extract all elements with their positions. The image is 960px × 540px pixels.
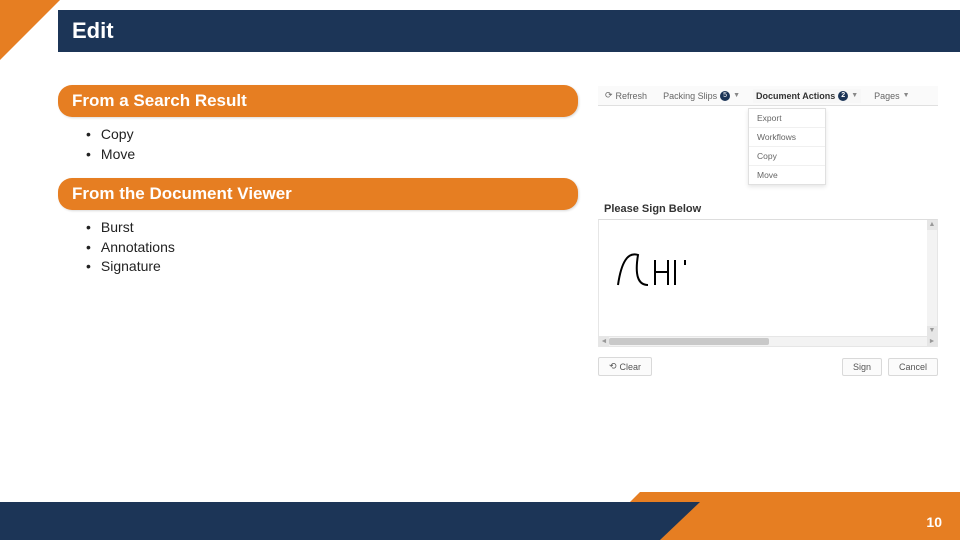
scroll-down-icon[interactable]: ▼ <box>927 326 937 336</box>
document-actions-count: 2 <box>838 91 848 101</box>
footer-accent <box>660 502 960 540</box>
clear-button[interactable]: ⟲ Clear <box>598 357 652 376</box>
clear-label: Clear <box>620 362 642 372</box>
vertical-scrollbar[interactable]: ▲ ▼ <box>927 220 937 336</box>
scroll-thumb[interactable] <box>609 338 769 345</box>
document-actions-menu[interactable]: Document Actions 2 ▼ <box>753 89 861 103</box>
sign-label: Sign <box>853 362 871 372</box>
scroll-track <box>769 337 927 346</box>
sign-button[interactable]: Sign <box>842 358 882 376</box>
footer-accent-top <box>630 492 960 502</box>
section-heading-document-viewer: From the Document Viewer <box>58 178 578 210</box>
dropdown-item-export[interactable]: Export <box>749 109 825 127</box>
packing-slips-label: Packing Slips <box>663 91 717 101</box>
scroll-left-icon[interactable]: ◄ <box>599 337 609 346</box>
chevron-down-icon: ▼ <box>851 92 858 99</box>
sign-prompt: Please Sign Below <box>598 199 938 219</box>
page-title: Edit <box>72 18 114 44</box>
page-number: 10 <box>926 514 942 530</box>
toolbar: ⟳ Refresh Packing Slips 5 ▼ Document Act… <box>598 86 938 106</box>
list-item: Signature <box>86 257 578 277</box>
chevron-down-icon: ▼ <box>903 92 910 99</box>
refresh-label: Refresh <box>616 91 648 101</box>
scroll-right-icon[interactable]: ► <box>927 337 937 346</box>
bullet-list-search-result: Copy Move <box>58 125 578 164</box>
clear-icon: ⟲ <box>609 361 617 372</box>
cancel-label: Cancel <box>899 362 927 372</box>
list-item: Copy <box>86 125 578 145</box>
dropdown-item-move[interactable]: Move <box>749 165 825 184</box>
list-item: Burst <box>86 218 578 238</box>
signature-dialog-buttons: ⟲ Clear Sign Cancel <box>598 357 938 376</box>
pages-label: Pages <box>874 91 900 101</box>
signature-canvas[interactable]: ▲ ▼ <box>598 219 938 337</box>
content-left: From a Search Result Copy Move From the … <box>58 85 578 291</box>
document-actions-dropdown: Export Workflows Copy Move <box>748 108 826 185</box>
section-heading-search-result: From a Search Result <box>58 85 578 117</box>
refresh-button[interactable]: ⟳ Refresh <box>602 88 650 103</box>
document-actions-label: Document Actions <box>756 91 835 101</box>
list-item: Move <box>86 145 578 165</box>
pages-menu[interactable]: Pages ▼ <box>871 89 912 103</box>
embedded-screenshot: ⟳ Refresh Packing Slips 5 ▼ Document Act… <box>598 86 938 376</box>
cancel-button[interactable]: Cancel <box>888 358 938 376</box>
signature-stroke <box>613 240 733 300</box>
packing-slips-menu[interactable]: Packing Slips 5 ▼ <box>660 89 743 103</box>
dropdown-item-copy[interactable]: Copy <box>749 146 825 165</box>
chevron-down-icon: ▼ <box>733 92 740 99</box>
bullet-list-document-viewer: Burst Annotations Signature <box>58 218 578 277</box>
scroll-up-icon[interactable]: ▲ <box>927 220 937 230</box>
list-item: Annotations <box>86 238 578 258</box>
top-accent-triangle <box>0 0 60 60</box>
horizontal-scrollbar[interactable]: ◄ ► <box>598 337 938 347</box>
refresh-icon: ⟳ <box>605 90 613 101</box>
title-bar: Edit <box>58 10 960 52</box>
dropdown-item-workflows[interactable]: Workflows <box>749 127 825 146</box>
packing-slips-count: 5 <box>720 91 730 101</box>
